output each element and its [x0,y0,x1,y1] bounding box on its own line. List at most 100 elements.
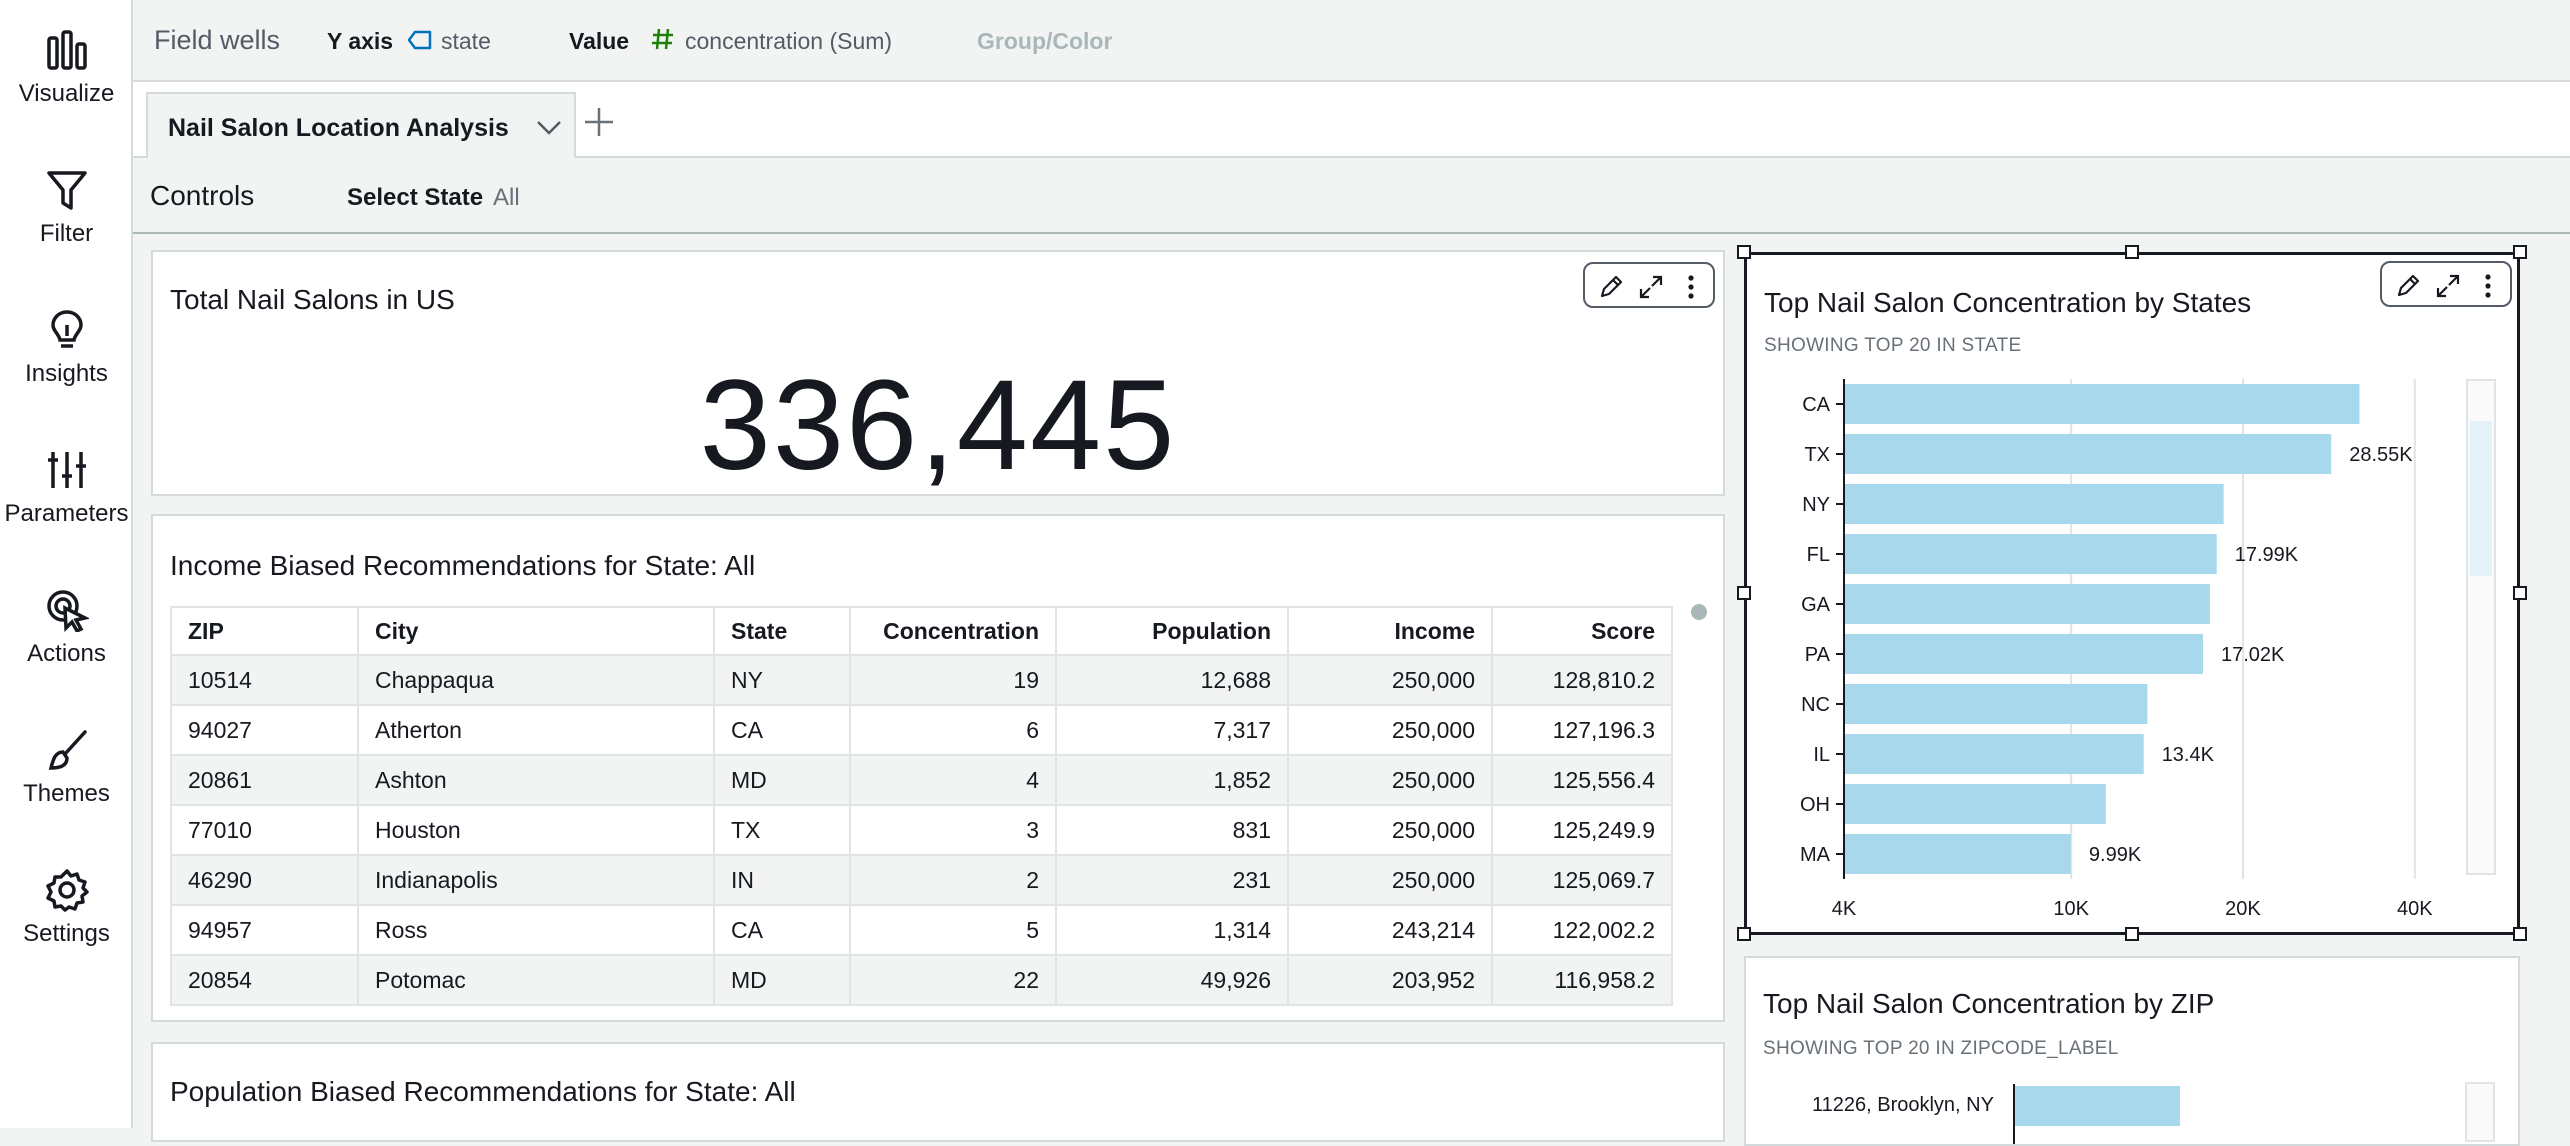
rail-parameters[interactable]: Parameters [0,448,133,578]
data-label: 17.02K [2221,644,2285,666]
rail-themes[interactable]: Themes [0,728,133,858]
rail-settings[interactable]: Settings [0,868,133,998]
resize-handle-top-left[interactable] [1737,245,1751,259]
visual-toolbar [2380,261,2512,307]
col-header-income[interactable]: Income [1287,606,1493,656]
field-wells-bar: Field wells Y axis state Value concentra… [133,0,2570,82]
value-well-field[interactable]: concentration (Sum) [685,28,892,55]
cell-concentration: 3 [849,804,1057,856]
cell-income: 243,214 [1287,904,1493,956]
bar[interactable] [1844,584,2210,624]
table-row[interactable]: 20854 Potomac MD 22 49,926 203,952 116,9… [170,954,1673,1006]
edit-pencil-icon[interactable] [2394,272,2422,300]
rail-insights-label: Insights [25,360,108,387]
group-color-well-label[interactable]: Group/Color [977,28,1112,55]
sheet-tabs-bar: Nail Salon Location Analysis [133,82,2570,158]
more-options-icon[interactable] [1677,273,1705,301]
cell-state: NY [713,654,851,706]
col-header-state[interactable]: State [713,606,851,656]
x-tick-label: 4K [1832,898,1857,920]
col-header-city[interactable]: City [357,606,715,656]
cell-score: 122,002.2 [1491,904,1673,956]
rail-actions[interactable]: Actions [0,588,133,718]
table-scroll-indicator[interactable] [1691,604,1707,620]
cell-zip: 94027 [170,704,359,756]
cell-concentration: 19 [849,654,1057,706]
y-axis-well-field[interactable]: state [441,28,491,55]
cell-city: Houston [357,804,715,856]
table-row[interactable]: 94957 Ross CA 5 1,314 243,214 122,002.2 [170,904,1673,956]
zip-bar-chart-visual[interactable]: Top Nail Salon Concentration by ZIP SHOW… [1744,956,2520,1146]
rail-themes-label: Themes [23,780,110,807]
bar[interactable] [1844,734,2144,774]
cell-score: 125,249.9 [1491,804,1673,856]
table-header-row: ZIP City State Concentration Population … [170,606,1673,656]
cell-state: TX [713,804,851,856]
bar[interactable] [1844,384,2360,424]
field-wells-title[interactable]: Field wells [154,25,280,56]
lightbulb-icon [50,310,83,348]
resize-handle-right[interactable] [2513,586,2527,600]
zip-chart-bar[interactable] [2015,1086,2180,1126]
table-row[interactable]: 20861 Ashton MD 4 1,852 250,000 125,556.… [170,754,1673,806]
bar[interactable] [1844,634,2203,674]
table-row[interactable]: 46290 Indianapolis IN 2 231 250,000 125,… [170,854,1673,906]
x-tick-label: 10K [2053,898,2089,920]
zip-chart-subtitle: SHOWING TOP 20 IN ZIPCODE_LABEL [1763,1038,2119,1059]
states-chart-subtitle: SHOWING TOP 20 IN STATE [1764,335,2022,356]
resize-handle-left[interactable] [1737,586,1751,600]
x-tick-label: 40K [2397,898,2433,920]
add-sheet-plus-icon[interactable] [579,102,619,142]
zip-chart-scrollbar[interactable] [2465,1082,2495,1142]
col-header-population[interactable]: Population [1055,606,1289,656]
population-table-visual[interactable]: Population Biased Recommendations for St… [151,1042,1725,1142]
rail-parameters-label: Parameters [4,500,129,527]
chart-scrollbar-thumb[interactable] [2470,421,2492,576]
controls-title[interactable]: Controls [150,180,254,212]
cell-zip: 94957 [170,904,359,956]
rail-filter[interactable]: Filter [0,168,133,298]
col-header-concentration[interactable]: Concentration [849,606,1057,656]
bar[interactable] [1844,484,2224,524]
bar[interactable] [1844,684,2148,724]
resize-handle-bottom-left[interactable] [1737,927,1751,941]
kpi-visual[interactable]: Total Nail Salons in US 336,445 [151,250,1725,497]
col-header-score[interactable]: Score [1491,606,1673,656]
y-axis-well-label: Y axis [327,28,394,54]
bar[interactable] [1844,834,2071,874]
bar[interactable] [1844,534,2217,574]
table-row[interactable]: 77010 Houston TX 3 831 250,000 125,249.9 [170,804,1673,856]
income-table: ZIP City State Concentration Population … [170,606,1673,1006]
cell-state: IN [713,854,851,906]
resize-handle-top-right[interactable] [2513,245,2527,259]
bar[interactable] [1844,784,2106,824]
resize-handle-bottom-right[interactable] [2513,927,2527,941]
rail-insights[interactable]: Insights [0,308,133,438]
col-header-zip[interactable]: ZIP [170,606,359,656]
edit-pencil-icon[interactable] [1597,273,1625,301]
data-label: 17.99K [2235,544,2299,566]
more-options-icon[interactable] [2474,272,2502,300]
controls-bar: Controls Select State All [133,158,2570,234]
kpi-title: Total Nail Salons in US [170,284,455,315]
expand-icon[interactable] [2434,272,2462,300]
resize-handle-bottom[interactable] [2125,927,2139,941]
rail-visualize[interactable]: Visualize [0,28,133,158]
cell-score: 116,958.2 [1491,954,1673,1006]
sheet-tab-active[interactable]: Nail Salon Location Analysis [146,92,576,158]
income-table-visual[interactable]: Income Biased Recommendations for State:… [151,514,1725,1022]
chart-scrollbar[interactable] [2466,379,2496,875]
states-bar-chart-visual[interactable]: Top Nail Salon Concentration by States S… [1744,252,2520,935]
y-category-label: FL [1807,544,1830,566]
select-state-dropdown[interactable]: All [493,184,520,212]
resize-handle-top[interactable] [2125,245,2139,259]
table-row[interactable]: 94027 Atherton CA 6 7,317 250,000 127,19… [170,704,1673,756]
population-table-title: Population Biased Recommendations for St… [170,1076,796,1107]
cell-income: 250,000 [1287,854,1493,906]
y-category-label: TX [1804,444,1830,466]
expand-icon[interactable] [1637,273,1665,301]
states-bar-chart-plot: 4K 10K 20K 40K CA TX 28.55K NY FL 17.99K GA PA 17.02… [1800,379,2433,920]
table-row[interactable]: 10514 Chappaqua NY 19 12,688 250,000 128… [170,654,1673,706]
bar[interactable] [1844,434,2332,474]
chevron-down-icon[interactable] [534,116,564,138]
